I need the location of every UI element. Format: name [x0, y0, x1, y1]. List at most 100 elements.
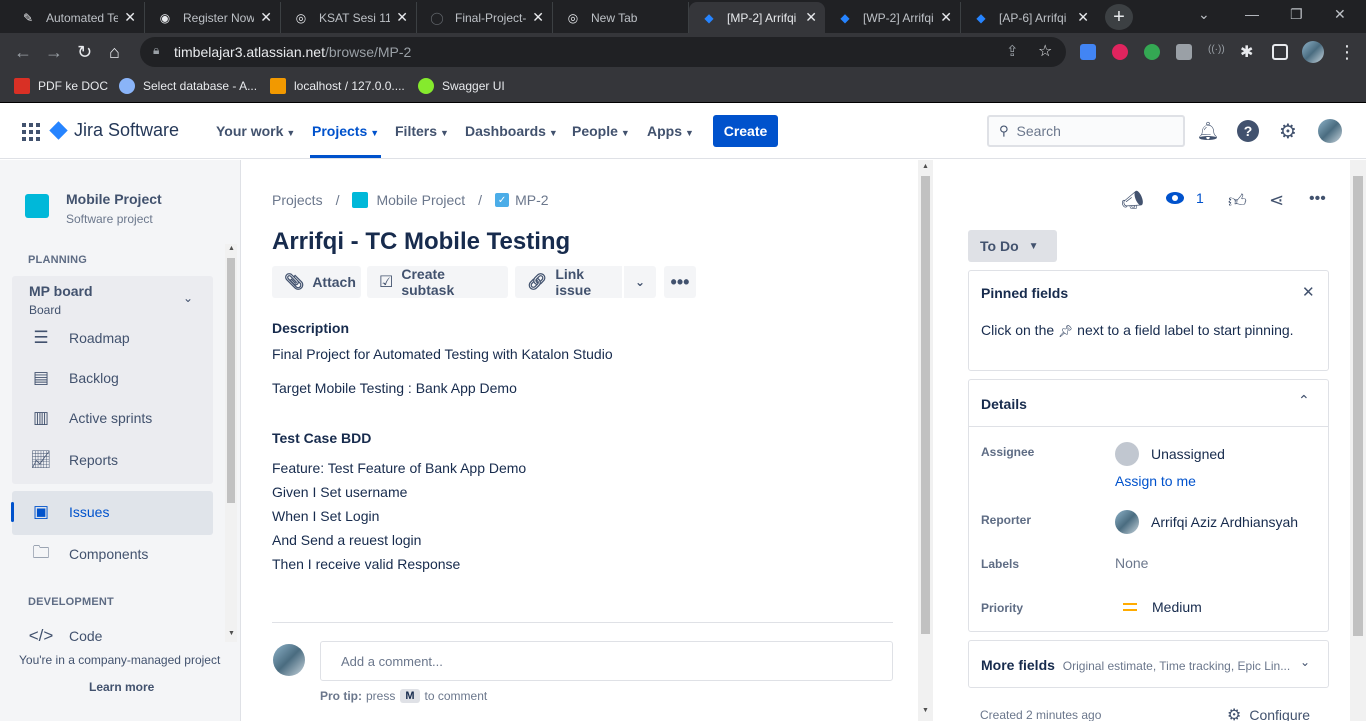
- breadcrumb-project[interactable]: Mobile Project: [376, 192, 465, 208]
- link-issue-dropdown[interactable]: ⌄: [624, 266, 656, 298]
- close-icon[interactable]: ✕: [124, 9, 136, 26]
- scroll-up-icon[interactable]: ▲: [922, 163, 929, 170]
- minimize-icon[interactable]: —: [1245, 6, 1259, 22]
- share-icon[interactable]: ⇪: [1006, 42, 1019, 60]
- chevron-up-icon[interactable]: ⌃: [1298, 392, 1310, 409]
- create-button[interactable]: Create: [713, 115, 778, 147]
- labels-value[interactable]: None: [1115, 555, 1148, 571]
- chrome-menu-icon[interactable]: ⋮: [1338, 42, 1356, 63]
- priority-field[interactable]: Medium: [1115, 599, 1202, 615]
- bdd-heading[interactable]: Test Case BDD: [272, 430, 371, 446]
- jira-logo[interactable]: Jira Software: [49, 120, 179, 141]
- nav-your-work[interactable]: Your work ▼: [216, 123, 295, 139]
- scrollbar-thumb[interactable]: [921, 176, 930, 634]
- browser-tab[interactable]: ◆ [WP-2] Arrifqi ✕: [825, 2, 961, 33]
- bookmark-item[interactable]: Swagger UI: [418, 78, 505, 94]
- bdd-line[interactable]: Given I Set username: [272, 484, 407, 500]
- search-input[interactable]: ⚲ Search: [987, 115, 1185, 147]
- bdd-line[interactable]: Feature: Test Feature of Bank App Demo: [272, 460, 526, 476]
- breadcrumb-projects[interactable]: Projects: [272, 192, 323, 208]
- camera-extension-icon[interactable]: [1176, 44, 1192, 60]
- nav-dashboards[interactable]: Dashboards ▼: [465, 123, 558, 139]
- thumbs-up-icon[interactable]: 👍︎: [1228, 190, 1247, 212]
- issue-title[interactable]: Arrifqi - TC Mobile Testing: [272, 228, 570, 256]
- url-field[interactable]: 🔒︎ timbelajar3.atlassian.net/browse/MP-2…: [140, 37, 1066, 67]
- nav-filters[interactable]: Filters ▼: [395, 123, 449, 139]
- browser-tab[interactable]: ◎ New Tab: [553, 2, 689, 33]
- new-tab-button[interactable]: +: [1105, 4, 1133, 30]
- window-close-icon[interactable]: ✕: [1334, 6, 1346, 23]
- tab-search-icon[interactable]: ⌄: [1198, 6, 1210, 23]
- extension-icon[interactable]: [1144, 44, 1160, 60]
- scroll-down-icon[interactable]: ▼: [922, 707, 929, 714]
- notifications-icon[interactable]: 🔔︎: [1197, 120, 1220, 142]
- board-name[interactable]: MP board: [29, 283, 93, 299]
- scrollbar-thumb[interactable]: [1353, 176, 1363, 636]
- close-icon[interactable]: ✕: [1077, 9, 1089, 26]
- bdd-line[interactable]: Then I receive valid Response: [272, 556, 460, 572]
- more-horizontal-icon[interactable]: •••: [1309, 190, 1326, 208]
- sidebar-item-active-sprints[interactable]: ▥ Active sprints: [30, 408, 152, 427]
- app-switcher-icon[interactable]: [22, 123, 40, 141]
- profile-avatar[interactable]: [1302, 41, 1324, 63]
- close-icon[interactable]: ✕: [396, 9, 408, 26]
- scrollbar-thumb[interactable]: [227, 258, 235, 503]
- nav-people[interactable]: People ▼: [572, 123, 630, 139]
- description-line[interactable]: Final Project for Automated Testing with…: [272, 346, 613, 362]
- status-dropdown[interactable]: To Do ▼: [968, 230, 1057, 262]
- configure-button[interactable]: ⚙ Configure: [1227, 705, 1310, 721]
- adblock-extension-icon[interactable]: [1112, 44, 1128, 60]
- comment-input[interactable]: Add a comment...: [320, 641, 893, 681]
- sidebar-item-issues[interactable]: ▣ Issues: [30, 502, 110, 521]
- scroll-down-icon[interactable]: ▼: [228, 630, 235, 637]
- sidebar-item-roadmap[interactable]: ☰ Roadmap: [30, 328, 129, 347]
- learn-more-link[interactable]: Learn more: [89, 680, 154, 694]
- assignee-field[interactable]: Unassigned: [1115, 442, 1225, 466]
- chevron-down-icon[interactable]: ⌄: [1300, 655, 1310, 669]
- browser-tab[interactable]: ✎ Automated Te ✕: [8, 2, 145, 33]
- back-icon[interactable]: ←: [14, 42, 32, 63]
- scroll-up-icon[interactable]: ▲: [228, 245, 235, 252]
- sidebar-item-backlog[interactable]: ▤ Backlog: [30, 368, 119, 387]
- create-subtask-button[interactable]: ☑ Create subtask: [367, 266, 508, 298]
- share-icon[interactable]: ⋖: [1269, 190, 1284, 211]
- close-icon[interactable]: ✕: [260, 9, 272, 26]
- user-avatar[interactable]: [1318, 119, 1342, 143]
- reload-icon[interactable]: ↻: [77, 42, 92, 63]
- bdd-line[interactable]: When I Set Login: [272, 508, 379, 524]
- feedback-megaphone-icon[interactable]: 📣︎: [1121, 190, 1144, 211]
- more-fields-card[interactable]: More fields Original estimate, Time trac…: [968, 640, 1329, 688]
- details-scrollbar[interactable]: [1350, 160, 1366, 721]
- project-name[interactable]: Mobile Project: [66, 191, 162, 207]
- browser-tab[interactable]: ◆ [AP-6] Arrifqi ✕: [961, 2, 1097, 33]
- bookmark-item[interactable]: PDF ke DOC: [14, 78, 108, 94]
- sidebar-item-reports[interactable]: 📈︎ Reports: [30, 450, 118, 469]
- extensions-puzzle-icon[interactable]: ✱: [1240, 42, 1253, 62]
- settings-gear-icon[interactable]: ⚙: [1277, 120, 1299, 143]
- assign-to-me-link[interactable]: Assign to me: [1115, 473, 1196, 489]
- link-issue-button[interactable]: 🔗︎ Link issue: [515, 266, 622, 298]
- browser-tab[interactable]: ◯ Final-Project- ✕: [417, 2, 553, 33]
- close-icon[interactable]: ✕: [940, 9, 952, 26]
- more-actions-button[interactable]: •••: [664, 266, 696, 298]
- close-icon[interactable]: ✕: [1302, 283, 1315, 301]
- home-icon[interactable]: ⌂: [109, 42, 120, 63]
- nav-apps[interactable]: Apps ▼: [647, 123, 694, 139]
- watch-button[interactable]: 1: [1166, 190, 1204, 206]
- main-scrollbar[interactable]: [918, 160, 933, 721]
- browser-tab[interactable]: ◎ KSAT Sesi 11 ✕: [281, 2, 417, 33]
- translate-extension-icon[interactable]: [1080, 44, 1096, 60]
- sidebar-scrollbar[interactable]: [225, 244, 237, 642]
- close-icon[interactable]: ✕: [805, 9, 817, 26]
- reporter-field[interactable]: Arrifqi Aziz Ardhiansyah: [1115, 510, 1298, 534]
- nav-projects[interactable]: Projects ▼: [309, 123, 382, 158]
- cast-icon[interactable]: ((·)): [1208, 44, 1225, 60]
- side-panel-icon[interactable]: [1272, 44, 1288, 60]
- browser-tab-active[interactable]: ◆ [MP-2] Arrifqi ✕: [689, 2, 825, 33]
- bookmark-item[interactable]: localhost / 127.0.0....: [270, 78, 405, 94]
- attach-button[interactable]: 📎︎ Attach: [272, 266, 361, 298]
- help-icon[interactable]: ?: [1237, 120, 1259, 142]
- bdd-line[interactable]: And Send a reuest login: [272, 532, 421, 548]
- forward-icon[interactable]: →: [45, 42, 63, 63]
- description-line[interactable]: Target Mobile Testing : Bank App Demo: [272, 380, 517, 396]
